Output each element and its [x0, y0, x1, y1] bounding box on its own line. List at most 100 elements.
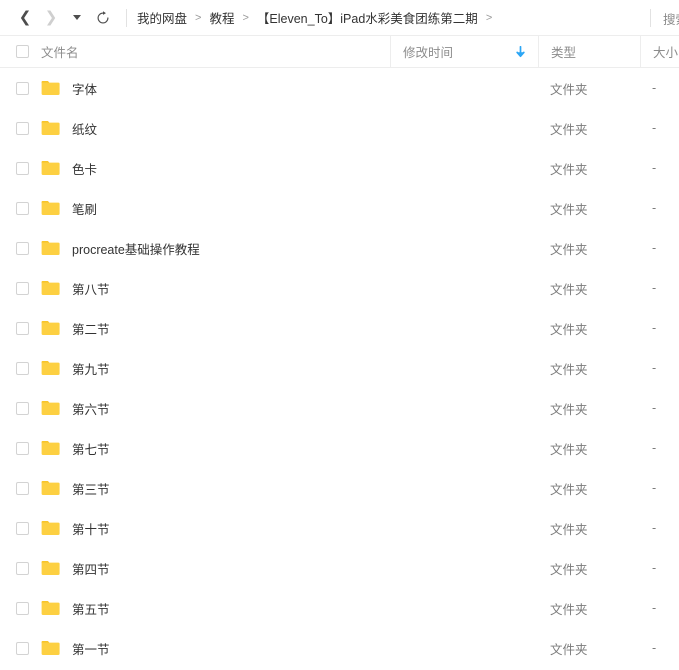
- column-header-time-label[interactable]: 修改时间: [403, 42, 453, 61]
- cell-modified-time: [390, 268, 538, 308]
- cell-file-name: 第八节: [0, 268, 390, 308]
- table-row[interactable]: 第二节 文件夹 -: [0, 308, 679, 348]
- file-name-label[interactable]: 第四节: [72, 559, 110, 578]
- row-checkbox[interactable]: [16, 561, 29, 575]
- cell-file-size: -: [652, 361, 657, 375]
- cell-file-name: 字体: [0, 68, 390, 108]
- forward-button[interactable]: ❯: [38, 5, 64, 31]
- row-checkbox[interactable]: [16, 361, 29, 375]
- table-row[interactable]: 第六节 文件夹 -: [0, 388, 679, 428]
- column-header-time[interactable]: 修改时间: [390, 36, 538, 67]
- cell-file-type: 文件夹: [550, 162, 588, 177]
- table-row[interactable]: 第一节 文件夹 -: [0, 628, 679, 668]
- table-row[interactable]: 字体 文件夹 -: [0, 68, 679, 108]
- file-name-label[interactable]: 第八节: [72, 279, 110, 298]
- row-checkbox[interactable]: [16, 241, 29, 255]
- file-name-label[interactable]: 第九节: [72, 359, 110, 378]
- file-name-label[interactable]: 第一节: [72, 639, 110, 658]
- table-row[interactable]: 笔刷 文件夹 -: [0, 188, 679, 228]
- search-input[interactable]: 搜索: [663, 9, 679, 28]
- file-name-label[interactable]: 纸纹: [72, 119, 97, 138]
- column-header-type[interactable]: 类型: [538, 36, 640, 67]
- file-name-label[interactable]: 字体: [72, 79, 97, 98]
- breadcrumb: 我的网盘 > 教程 > 【Eleven_To】iPad水彩美食团练第二期 >: [137, 8, 679, 27]
- breadcrumb-item-1[interactable]: 教程: [209, 8, 234, 27]
- folder-icon: [41, 281, 60, 295]
- row-checkbox[interactable]: [16, 401, 29, 415]
- cell-modified-time: [390, 348, 538, 388]
- file-name-label[interactable]: 第七节: [72, 439, 110, 458]
- arrow-down-icon[interactable]: [515, 45, 526, 58]
- cell-file-name: 第二节: [0, 308, 390, 348]
- cell-file-name: 第六节: [0, 388, 390, 428]
- cell-file-name: procreate基础操作教程: [0, 228, 390, 268]
- cell-file-type: 文件夹: [550, 602, 588, 617]
- row-checkbox[interactable]: [16, 481, 29, 495]
- row-checkbox[interactable]: [16, 161, 29, 175]
- cell-modified-time: [390, 548, 538, 588]
- file-name-label[interactable]: 第十节: [72, 519, 110, 538]
- cell-file-size: -: [652, 201, 657, 215]
- column-header-size-label[interactable]: 大小: [653, 42, 678, 61]
- table-row[interactable]: 第八节 文件夹 -: [0, 268, 679, 308]
- cell-file-type: 文件夹: [550, 122, 588, 137]
- search-divider: [650, 9, 651, 27]
- column-header-size[interactable]: 大小: [640, 36, 679, 67]
- cell-modified-time: [390, 588, 538, 628]
- file-name-label[interactable]: 第六节: [72, 399, 110, 418]
- file-name-label[interactable]: 第三节: [72, 479, 110, 498]
- breadcrumb-item-root[interactable]: 我的网盘: [137, 8, 187, 27]
- cell-file-type: 文件夹: [550, 522, 588, 537]
- search-area: 搜索: [650, 0, 679, 36]
- table-row[interactable]: 第四节 文件夹 -: [0, 548, 679, 588]
- row-checkbox[interactable]: [16, 601, 29, 615]
- row-checkbox[interactable]: [16, 81, 29, 95]
- row-checkbox[interactable]: [16, 201, 29, 215]
- row-checkbox[interactable]: [16, 441, 29, 455]
- folder-icon: [41, 521, 60, 535]
- file-name-label[interactable]: 第二节: [72, 319, 110, 338]
- cell-file-type: 文件夹: [550, 362, 588, 377]
- cell-file-type: 文件夹: [550, 482, 588, 497]
- folder-icon: [41, 601, 60, 615]
- row-checkbox[interactable]: [16, 521, 29, 535]
- file-name-label[interactable]: 笔刷: [72, 199, 97, 218]
- cell-file-name: 第四节: [0, 548, 390, 588]
- cell-file-type: 文件夹: [550, 322, 588, 337]
- table-row[interactable]: 第三节 文件夹 -: [0, 468, 679, 508]
- cell-file-size: -: [652, 281, 657, 295]
- refresh-button[interactable]: [90, 5, 116, 31]
- select-all-checkbox[interactable]: [16, 45, 29, 58]
- cell-file-type: 文件夹: [550, 442, 588, 457]
- table-row[interactable]: 第九节 文件夹 -: [0, 348, 679, 388]
- folder-icon: [41, 401, 60, 415]
- history-dropdown-button[interactable]: [64, 5, 90, 31]
- cell-file-size: -: [652, 561, 657, 575]
- row-checkbox[interactable]: [16, 121, 29, 135]
- back-button[interactable]: ❮: [12, 5, 38, 31]
- refresh-icon: [97, 10, 109, 23]
- column-header-type-label[interactable]: 类型: [551, 42, 576, 61]
- file-name-label[interactable]: procreate基础操作教程: [72, 239, 200, 258]
- table-row[interactable]: 第五节 文件夹 -: [0, 588, 679, 628]
- cell-file-name: 第十节: [0, 508, 390, 548]
- column-header-name: 文件名: [0, 36, 390, 67]
- cell-file-type: 文件夹: [550, 202, 588, 217]
- cell-file-type: 文件夹: [550, 402, 588, 417]
- table-row[interactable]: 纸纹 文件夹 -: [0, 108, 679, 148]
- row-checkbox[interactable]: [16, 281, 29, 295]
- cell-file-name: 笔刷: [0, 188, 390, 228]
- file-name-label[interactable]: 第五节: [72, 599, 110, 618]
- cell-modified-time: [390, 468, 538, 508]
- row-checkbox[interactable]: [16, 321, 29, 335]
- table-row[interactable]: procreate基础操作教程 文件夹 -: [0, 228, 679, 268]
- breadcrumb-item-current[interactable]: 【Eleven_To】iPad水彩美食团练第二期: [257, 8, 478, 27]
- row-checkbox[interactable]: [16, 641, 29, 655]
- table-row[interactable]: 第七节 文件夹 -: [0, 428, 679, 468]
- column-header-name-label[interactable]: 文件名: [41, 42, 79, 61]
- folder-icon: [41, 641, 60, 655]
- file-name-label[interactable]: 色卡: [72, 159, 97, 178]
- cell-file-size: -: [652, 481, 657, 495]
- table-row[interactable]: 色卡 文件夹 -: [0, 148, 679, 188]
- table-row[interactable]: 第十节 文件夹 -: [0, 508, 679, 548]
